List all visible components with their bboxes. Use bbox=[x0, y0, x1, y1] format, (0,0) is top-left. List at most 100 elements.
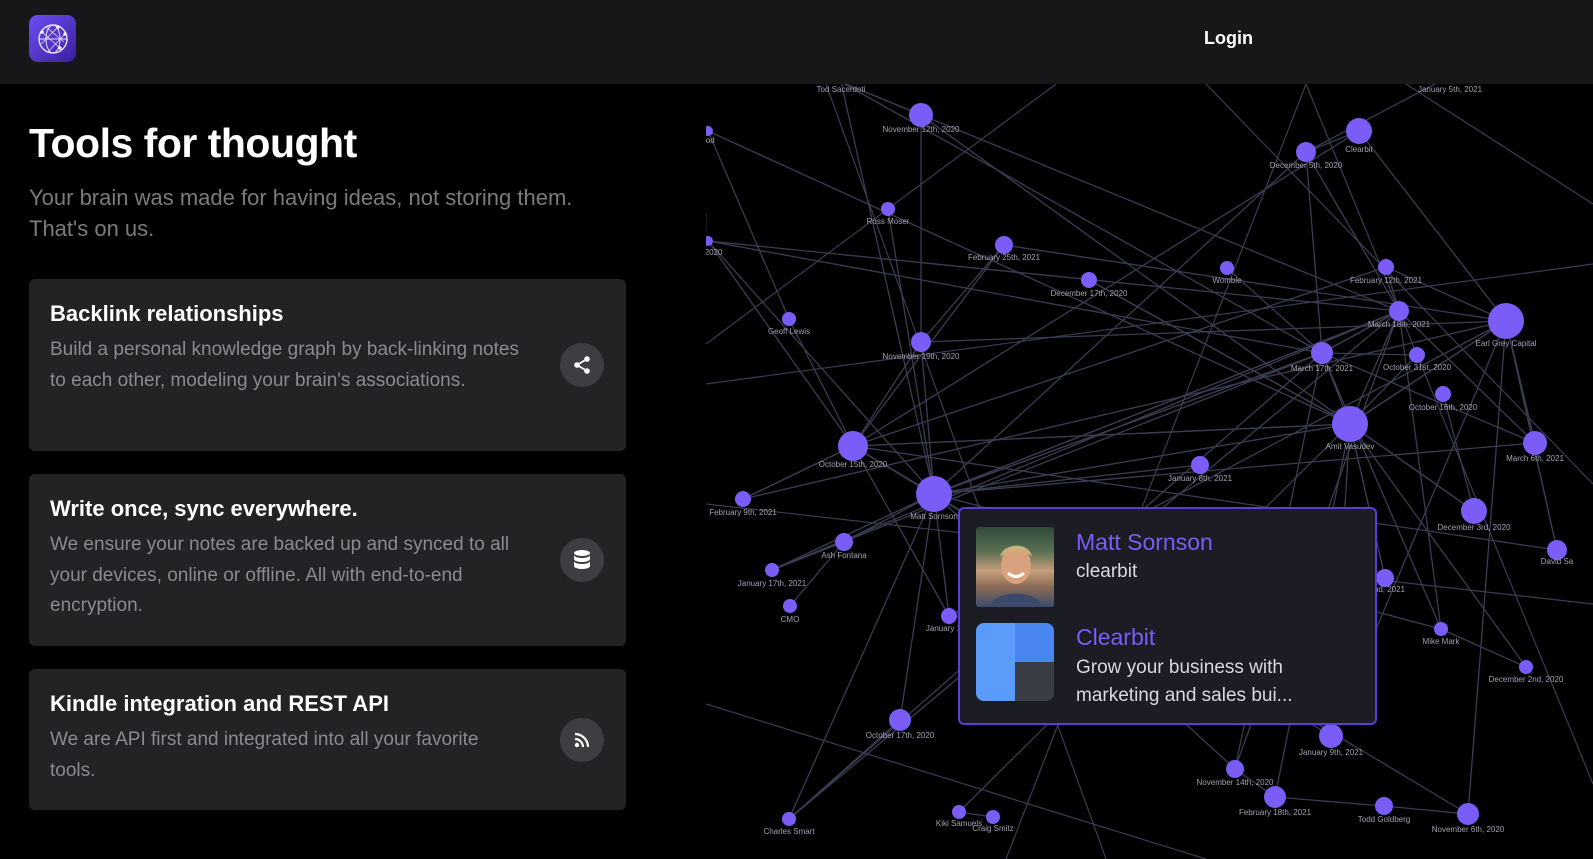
graph-node[interactable] bbox=[889, 709, 911, 731]
graph-canvas[interactable]: Tod Sacerdoti November 12th, 2020 January … bbox=[706, 84, 1593, 859]
graph-node[interactable] bbox=[1296, 142, 1316, 162]
graph-node[interactable] bbox=[835, 533, 853, 551]
database-icon bbox=[560, 538, 604, 582]
feature-card-api: Kindle integration and REST API We are A… bbox=[29, 669, 626, 810]
graph-edge bbox=[742, 320, 1507, 500]
top-navigation-bar: Login bbox=[0, 0, 1593, 84]
graph-node[interactable] bbox=[782, 812, 796, 826]
app-logo[interactable] bbox=[29, 15, 76, 62]
graph-node-label: Matt Sornson bbox=[910, 512, 958, 521]
knowledge-graph[interactable]: Tod Sacerdoti November 12th, 2020 January … bbox=[706, 84, 1593, 859]
graph-node[interactable] bbox=[1488, 303, 1524, 339]
graph-node[interactable] bbox=[1435, 386, 1451, 402]
graph-node-label: March 18th, 2021 bbox=[1368, 320, 1431, 329]
graph-node[interactable] bbox=[1457, 803, 1479, 825]
company-name[interactable]: Clearbit bbox=[1076, 624, 1155, 651]
graph-node[interactable] bbox=[735, 491, 751, 507]
login-link[interactable]: Login bbox=[1204, 28, 1253, 49]
graph-edge bbox=[1305, 151, 1400, 312]
graph-node[interactable] bbox=[1220, 261, 1234, 275]
graph-node[interactable] bbox=[1434, 622, 1448, 636]
graph-node[interactable] bbox=[1409, 347, 1425, 363]
graph-edge bbox=[707, 240, 854, 447]
graph-node-label: Amit Vasudev bbox=[1326, 442, 1375, 451]
feature-description: We ensure your notes are backed up and s… bbox=[50, 534, 510, 616]
graph-edge bbox=[706, 84, 1057, 345]
graph-node-label: Craig Smitz bbox=[972, 824, 1013, 833]
graph-node-label: December 2nd, 2020 bbox=[1489, 675, 1564, 684]
graph-node[interactable] bbox=[1375, 797, 1393, 815]
graph-node-label: March 6th, 2021 bbox=[1506, 454, 1564, 463]
feature-title: Backlink relationships bbox=[50, 301, 284, 326]
graph-node-label: November 6th, 2020 bbox=[1432, 825, 1505, 834]
person-name[interactable]: Matt Sornson bbox=[1076, 529, 1213, 556]
node-preview-popup[interactable]: Matt Sornson clearbit Clearbit Grow your… bbox=[958, 507, 1377, 725]
graph-node[interactable] bbox=[986, 810, 1000, 824]
graph-node-label: th, 2020 bbox=[706, 248, 723, 257]
graph-node-label: January 9th, 2021 bbox=[1299, 748, 1364, 757]
graph-edge bbox=[1305, 151, 1323, 354]
graph-node-label: November 19th, 2020 bbox=[883, 352, 960, 361]
graph-node-label: ood bbox=[706, 136, 715, 145]
graph-node-label: Charles Smart bbox=[763, 827, 815, 836]
page-subtitle: Your brain was made for having ideas, no… bbox=[29, 185, 573, 241]
graph-node[interactable] bbox=[1519, 660, 1533, 674]
graph-node-label: October 15th, 2020 bbox=[819, 460, 888, 469]
graph-node-label: Womble bbox=[1212, 276, 1242, 285]
graph-node[interactable] bbox=[916, 476, 952, 512]
graph-edge bbox=[1321, 310, 1400, 354]
globe-network-icon bbox=[37, 23, 68, 54]
graph-node[interactable] bbox=[706, 126, 713, 136]
features-panel: Tools for thought Your brain was made fo… bbox=[0, 84, 706, 859]
rss-icon bbox=[560, 718, 604, 762]
graph-node-label: David Sa bbox=[1541, 557, 1574, 566]
graph-edge bbox=[707, 130, 790, 320]
graph-node[interactable] bbox=[1378, 259, 1394, 275]
person-company: clearbit bbox=[1076, 561, 1138, 582]
graph-node-label: Mike Mark bbox=[1423, 637, 1461, 646]
graph-node-label: October 16th, 2020 bbox=[1409, 403, 1478, 412]
graph-node[interactable] bbox=[838, 431, 868, 461]
graph-node[interactable] bbox=[1319, 724, 1343, 748]
graph-edge bbox=[788, 318, 854, 447]
feature-card-sync: Write once, sync everywhere. We ensure y… bbox=[29, 474, 626, 646]
graph-node-label: February 9th, 2021 bbox=[709, 508, 777, 517]
graph-edge bbox=[1440, 628, 1527, 668]
graph-node-label: Geoff Lewis bbox=[768, 327, 810, 336]
graph-node-label: CMO bbox=[781, 615, 800, 624]
graph-edge bbox=[788, 493, 935, 820]
graph-node[interactable] bbox=[909, 103, 933, 127]
graph-node[interactable] bbox=[941, 608, 957, 624]
graph-node-label: October 31st, 2020 bbox=[1383, 363, 1452, 372]
graph-node[interactable] bbox=[1226, 760, 1244, 778]
graph-node[interactable] bbox=[952, 805, 966, 819]
graph-node-label: February 25th, 2021 bbox=[968, 253, 1041, 262]
graph-node-label: December 3rd, 2020 bbox=[1438, 523, 1511, 532]
graph-node[interactable] bbox=[1332, 406, 1368, 442]
share-icon bbox=[560, 343, 604, 387]
graph-node[interactable] bbox=[1389, 301, 1409, 321]
graph-node[interactable] bbox=[995, 236, 1013, 254]
page-title: Tools for thought bbox=[29, 120, 357, 166]
graph-node[interactable] bbox=[1311, 342, 1333, 364]
graph-node[interactable] bbox=[782, 312, 796, 326]
graph-node[interactable] bbox=[765, 563, 779, 577]
graph-edge bbox=[1274, 796, 1385, 807]
graph-node[interactable] bbox=[1346, 118, 1372, 144]
graph-node-label: Ash Fontana bbox=[821, 551, 867, 560]
graph-node[interactable] bbox=[911, 332, 931, 352]
graph-node[interactable] bbox=[1264, 786, 1286, 808]
graph-edge bbox=[742, 445, 854, 500]
graph-node[interactable] bbox=[1461, 498, 1487, 524]
graph-edge bbox=[1405, 84, 1593, 205]
feature-description: Build a personal knowledge graph by back… bbox=[50, 339, 519, 391]
graph-node-label: Earl Grey Capital bbox=[1476, 339, 1537, 348]
graph-node[interactable] bbox=[783, 599, 797, 613]
graph-node-label: February 18th, 2021 bbox=[1239, 808, 1312, 817]
graph-node[interactable] bbox=[1081, 272, 1097, 288]
graph-node[interactable] bbox=[881, 202, 895, 216]
graph-node[interactable] bbox=[1523, 431, 1547, 455]
graph-node[interactable] bbox=[1191, 456, 1209, 474]
graph-node-label: February 12th, 2021 bbox=[1350, 276, 1423, 285]
feature-title: Write once, sync everywhere. bbox=[50, 496, 358, 521]
